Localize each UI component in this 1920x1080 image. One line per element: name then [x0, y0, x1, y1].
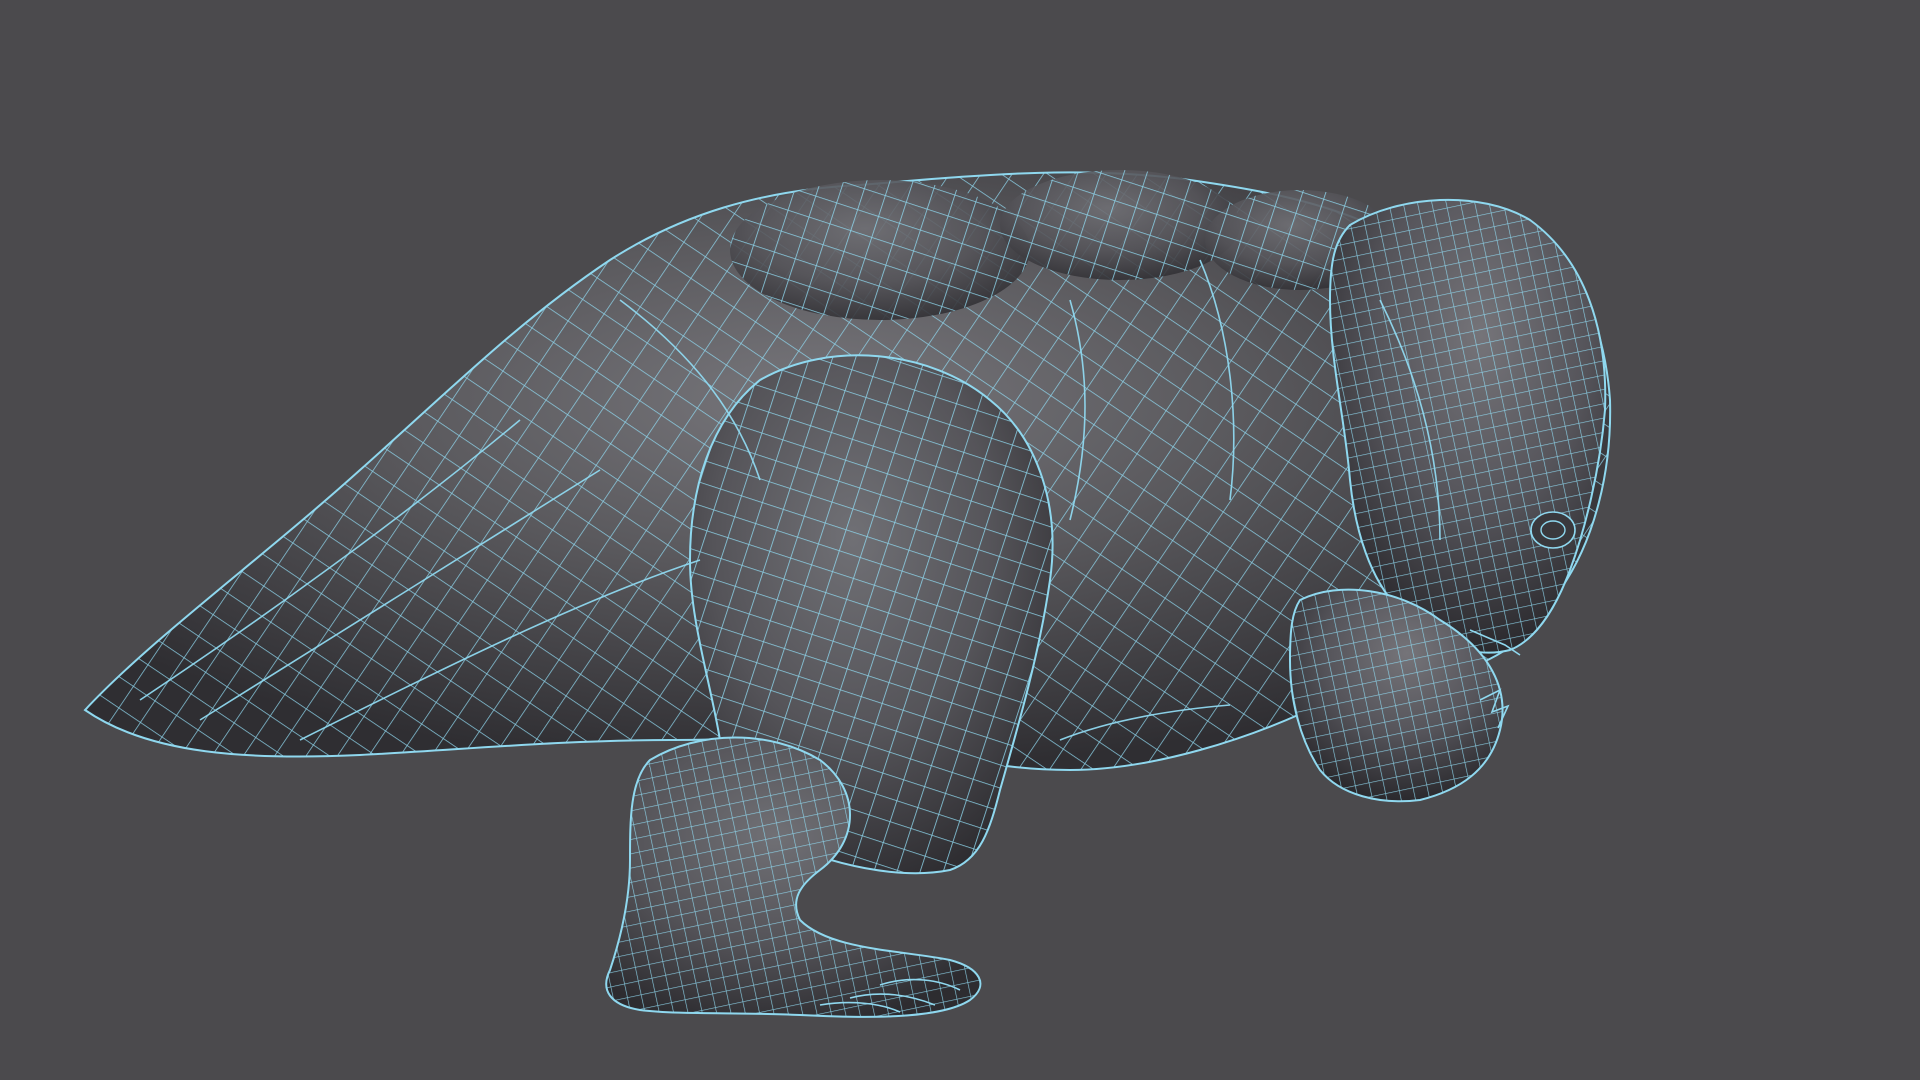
- 3d-viewport[interactable]: [0, 0, 1920, 1080]
- creature-wireframe-model[interactable]: [0, 0, 1920, 1080]
